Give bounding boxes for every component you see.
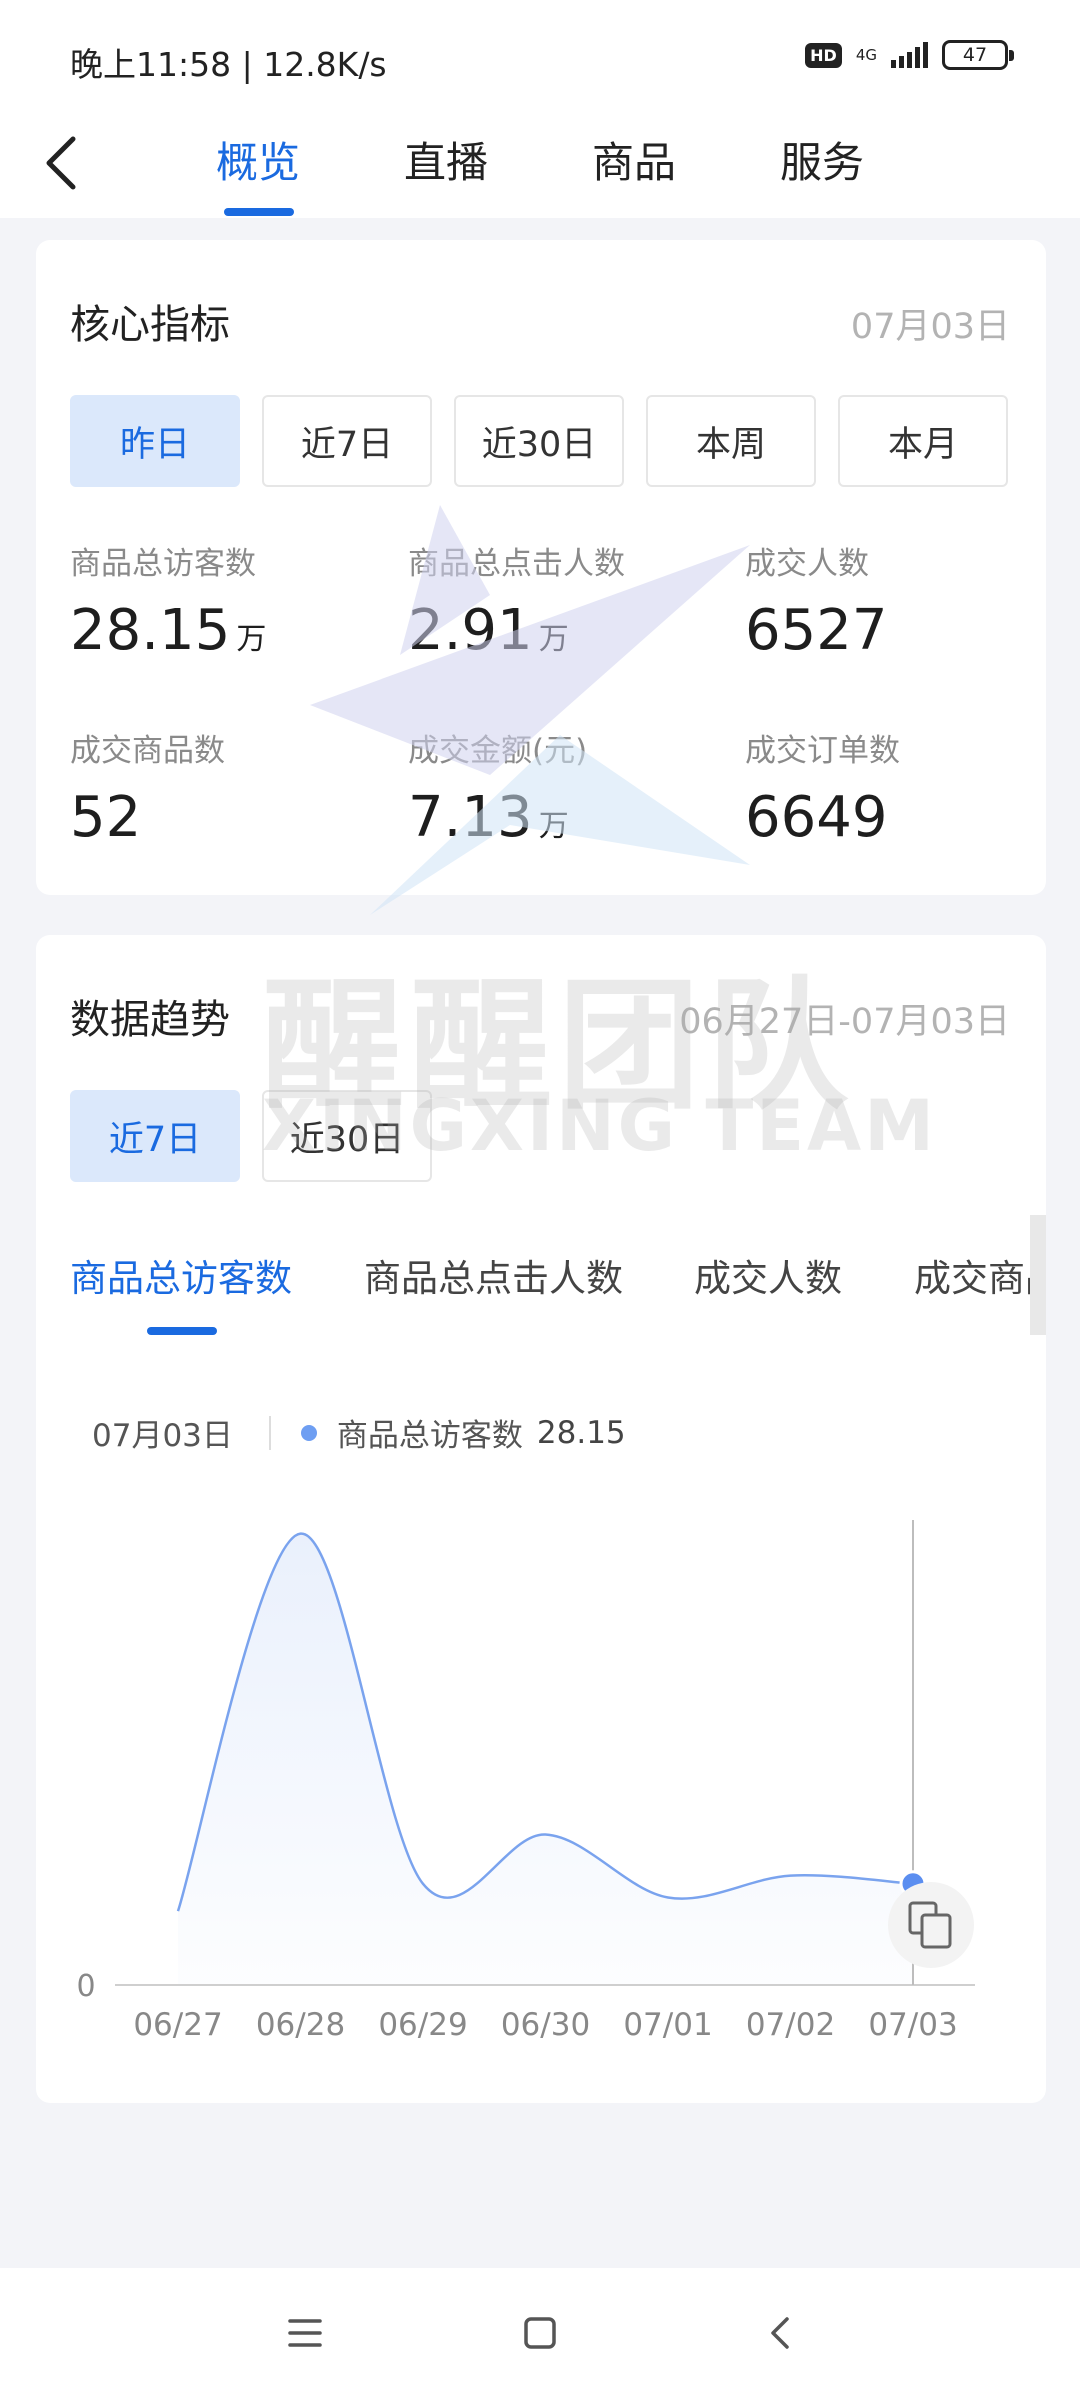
copy-button[interactable] xyxy=(888,1882,974,1968)
period-this-week[interactable]: 本周 xyxy=(646,395,816,487)
hd-icon: HD xyxy=(805,42,842,68)
tab-overview[interactable]: 概览 xyxy=(216,128,300,198)
tooltip-divider xyxy=(268,1415,271,1450)
system-back-button[interactable] xyxy=(745,2298,815,2368)
metric-visitors[interactable]: 商品总访客数 28.15 万 xyxy=(70,538,390,659)
metric-value: 28.15 万 xyxy=(70,598,267,663)
chevron-left-icon xyxy=(46,136,76,190)
watermark-text-en: XINGXING TEAM xyxy=(262,1085,937,1167)
chart-tooltip: 07月03日 商品总访客数 28.15 xyxy=(92,1410,626,1455)
range-7days[interactable]: 近7日 xyxy=(70,1090,240,1182)
back-icon xyxy=(771,2317,789,2349)
trend-tab-products[interactable]: 成交商品 xyxy=(914,1248,1030,1302)
trend-tab-buyers[interactable]: 成交人数 xyxy=(694,1248,842,1302)
metric-buyers[interactable]: 成交人数 6527 xyxy=(745,538,1065,659)
battery-icon: 47 xyxy=(942,40,1014,70)
tab-products[interactable]: 商品 xyxy=(592,128,676,198)
metric-value: 6527 xyxy=(745,598,888,663)
home-square-icon xyxy=(524,2317,556,2349)
system-nav-bar xyxy=(0,2268,1080,2400)
metric-products-sold[interactable]: 成交商品数 52 xyxy=(70,725,390,846)
tab-live[interactable]: 直播 xyxy=(404,128,488,198)
core-metrics-card: 核心指标 07月03日 昨日 近7日 近30日 本周 本月 商品总访客数 28.… xyxy=(36,240,1046,895)
home-button[interactable] xyxy=(505,2298,575,2368)
menu-icon xyxy=(288,2319,322,2347)
status-time: 晚上11:58 | 12.8K/s xyxy=(70,45,387,84)
trend-title: 数据趋势 xyxy=(70,997,230,1043)
period-this-month[interactable]: 本月 xyxy=(838,395,1008,487)
x-tick-label: 07/01 xyxy=(623,2007,712,2043)
network-type: 4G xyxy=(855,45,877,64)
tab-service[interactable]: 服务 xyxy=(780,128,864,198)
x-tick-label: 06/29 xyxy=(378,2007,467,2043)
series-dot-icon xyxy=(300,1424,317,1441)
tooltip-value: 28.15 xyxy=(536,1414,626,1451)
back-button[interactable] xyxy=(30,128,90,198)
period-30days[interactable]: 近30日 xyxy=(454,395,624,487)
period-yesterday[interactable]: 昨日 xyxy=(70,395,240,487)
status-bar: 晚上11:58 | 12.8K/s HD 4G 47 xyxy=(0,0,1080,110)
x-tick-label: 07/03 xyxy=(868,2007,957,2043)
trend-tab-visitors[interactable]: 商品总访客数 xyxy=(70,1248,292,1302)
tooltip-date: 07月03日 xyxy=(92,1418,233,1454)
series-area xyxy=(178,1533,913,1985)
metric-value: 7.13 万 xyxy=(408,785,569,850)
copy-icon xyxy=(908,1901,952,1949)
metric-label: 商品总访客数 xyxy=(70,546,256,582)
y-tick-label: 0 xyxy=(76,1969,95,2004)
trend-tab-clickers[interactable]: 商品总点击人数 xyxy=(364,1248,623,1302)
tooltip-series: 商品总访客数 xyxy=(336,1418,523,1454)
menu-button[interactable] xyxy=(270,2298,340,2368)
metric-clickers[interactable]: 商品总点击人数 2.91 万 xyxy=(408,538,728,659)
x-tick-label: 06/28 xyxy=(256,2007,345,2043)
signal-icon xyxy=(891,42,928,68)
metric-label: 成交人数 xyxy=(745,546,869,582)
metric-revenue[interactable]: 成交金额(元) 7.13 万 xyxy=(408,725,728,846)
core-metrics-date: 07月03日 xyxy=(850,307,1010,347)
trend-chart[interactable]: 0 06/27 06/28 06/29 06/30 07/01 07/02 07/03 xyxy=(0,1480,1080,2060)
metric-value: 2.91 万 xyxy=(408,598,569,663)
metric-label: 成交商品数 xyxy=(70,733,225,769)
metric-label: 商品总点击人数 xyxy=(408,546,625,582)
x-tick-label: 07/02 xyxy=(746,2007,835,2043)
trend-tab-indicator xyxy=(147,1327,217,1335)
core-metrics-title: 核心指标 xyxy=(70,302,230,348)
metric-value: 52 xyxy=(70,785,142,850)
metric-label: 成交订单数 xyxy=(745,733,900,769)
period-7days[interactable]: 近7日 xyxy=(262,395,432,487)
metric-orders[interactable]: 成交订单数 6649 xyxy=(745,725,1065,846)
top-nav: 概览 直播 商品 服务 xyxy=(0,110,1080,218)
status-icons: HD 4G 47 xyxy=(805,40,1014,70)
tab-indicator xyxy=(224,208,294,216)
x-tick-label: 06/27 xyxy=(133,2007,222,2043)
metric-label: 成交金额(元) xyxy=(408,733,588,769)
x-tick-label: 06/30 xyxy=(501,2007,590,2043)
metric-value: 6649 xyxy=(745,785,888,850)
tab-scroll-fade xyxy=(1030,1215,1046,1335)
